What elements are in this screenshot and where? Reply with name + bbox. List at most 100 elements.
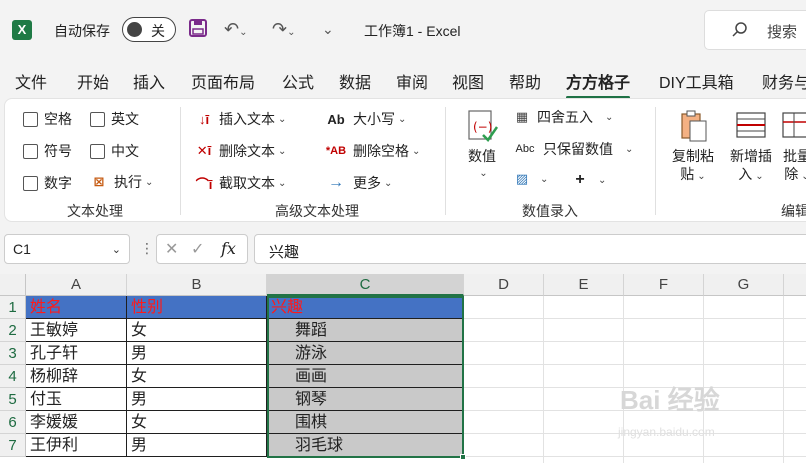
more-button[interactable]: → 更多 ⌄ xyxy=(325,173,392,193)
cell-a1[interactable]: 姓名 xyxy=(26,296,127,319)
tab-data[interactable]: 数据 xyxy=(339,69,371,93)
redo-icon[interactable]: ↷⌄ xyxy=(272,18,295,40)
tab-view[interactable]: 视图 xyxy=(452,69,484,93)
cell-a7[interactable]: 王伊利 xyxy=(26,434,127,457)
column-header-f[interactable]: F xyxy=(624,274,704,296)
cell-b6[interactable]: 女 xyxy=(127,411,267,434)
cell-c6[interactable]: 围棋 xyxy=(267,411,464,434)
cell-a2[interactable]: 王敏婷 xyxy=(26,319,127,342)
tab-page-layout[interactable]: 页面布局 xyxy=(191,69,255,93)
case-button[interactable]: Ab 大小写 ⌄ xyxy=(325,109,406,129)
column-header-a[interactable]: A xyxy=(26,274,127,296)
watermark-logo: Bai 经验 xyxy=(620,385,720,415)
customize-toolbar-icon[interactable]: ⌄ xyxy=(322,18,334,40)
insert-text-button[interactable]: ↓ī 插入文本 ⌄ xyxy=(195,109,286,129)
tab-finance[interactable]: 财务与 xyxy=(762,69,806,93)
tab-home[interactable]: 开始 xyxy=(77,69,109,93)
group-divider xyxy=(180,107,181,215)
undo-icon[interactable]: ↶⌄ xyxy=(224,18,247,40)
row-header[interactable]: 4 xyxy=(0,365,26,388)
checkbox-label: 符号 xyxy=(44,143,72,159)
insert-text-label: 插入文本 xyxy=(219,111,275,127)
value-button[interactable]: (−) 数值 ⌄ xyxy=(460,109,504,183)
cell-c7[interactable]: 羽毛球 xyxy=(267,434,464,457)
row-header[interactable]: 2 xyxy=(0,319,26,342)
cell-c4[interactable]: 画画 xyxy=(267,365,464,388)
copy-paste-button[interactable]: 复制粘 贴 ⌄ xyxy=(665,109,721,186)
batch-delete-label: 批量 xyxy=(783,148,806,164)
round-button[interactable]: ▦ 四舍五入 ⌄ xyxy=(513,107,614,127)
checkbox-symbol[interactable]: 符号 xyxy=(23,141,72,161)
insert-new-button[interactable]: 新增插 入 ⌄ xyxy=(723,109,779,186)
fill-handle[interactable] xyxy=(460,454,466,460)
cell-b2[interactable]: 女 xyxy=(127,319,267,342)
column-header-g[interactable]: G xyxy=(704,274,784,296)
column-header-partial[interactable] xyxy=(784,274,806,296)
more-options-icon[interactable]: ⋮ xyxy=(140,240,154,257)
name-box[interactable]: C1 ⌄ xyxy=(4,234,130,264)
formula-value: 兴趣 xyxy=(269,244,300,261)
save-icon[interactable] xyxy=(188,18,208,40)
row-header[interactable]: 1 xyxy=(0,296,26,319)
case-icon: Ab xyxy=(327,111,345,127)
function-icon[interactable]: fx xyxy=(221,239,236,258)
column-header-b[interactable]: B xyxy=(127,274,267,296)
keep-value-button[interactable]: Abc 只保留数值 ⌄ xyxy=(513,139,634,159)
cell-a5[interactable]: 付玉 xyxy=(26,388,127,411)
copy-paste-label: 复制粘 xyxy=(672,148,714,164)
delete-space-button[interactable]: *AB 删除空格 ⌄ xyxy=(325,141,420,161)
checkbox-label: 英文 xyxy=(111,111,139,127)
checkbox-label: 数字 xyxy=(44,175,72,191)
ribbon-tabs: 文件 开始 插入 页面布局 公式 数据 审阅 视图 帮助 方方格子 DIY工具箱… xyxy=(0,62,806,99)
cell-b7[interactable]: 男 xyxy=(127,434,267,457)
cell-a4[interactable]: 杨柳辞 xyxy=(26,365,127,388)
cell-b3[interactable]: 男 xyxy=(127,342,267,365)
autosave-toggle[interactable]: 关 xyxy=(122,17,176,42)
checkbox-space[interactable]: 空格 xyxy=(23,109,72,129)
row-header[interactable]: 5 xyxy=(0,388,26,411)
batch-delete-button[interactable]: 批量 除 ⌄ xyxy=(777,109,806,186)
cell-c5[interactable]: 钢琴 xyxy=(267,388,464,411)
checkbox-chinese[interactable]: 中文 xyxy=(90,141,139,161)
row-header[interactable]: 3 xyxy=(0,342,26,365)
edit-chart-button[interactable]: ▨ ⌄ xyxy=(513,171,549,187)
case-label: 大小写 xyxy=(353,111,395,127)
cell-c1[interactable]: 兴趣 xyxy=(267,296,464,319)
tab-formulas[interactable]: 公式 xyxy=(282,69,314,93)
checkbox-number[interactable]: 数字 xyxy=(23,173,72,193)
cell-c2[interactable]: 舞蹈 xyxy=(267,319,464,342)
keep-value-label: 只保留数值 xyxy=(543,141,613,157)
cell-b5[interactable]: 男 xyxy=(127,388,267,411)
column-header-c[interactable]: C xyxy=(267,274,464,296)
add-button[interactable]: + ⌄ xyxy=(571,171,606,189)
tab-diy-toolbox[interactable]: DIY工具箱 xyxy=(659,69,734,93)
tab-help[interactable]: 帮助 xyxy=(509,69,541,93)
cell-b1[interactable]: 性别 xyxy=(127,296,267,319)
formula-input[interactable]: 兴趣 xyxy=(254,234,806,264)
row-header[interactable]: 7 xyxy=(0,434,26,457)
row-header[interactable]: 6 xyxy=(0,411,26,434)
execute-button[interactable]: ⊠ 执行 ⌄ xyxy=(90,172,154,192)
cancel-icon[interactable]: ✕ xyxy=(165,239,178,259)
confirm-icon[interactable]: ✓ xyxy=(191,239,204,259)
tab-file[interactable]: 文件 xyxy=(15,69,47,93)
checkbox-box xyxy=(23,175,38,191)
delete-space-icon: *AB xyxy=(325,145,347,157)
cell-b4[interactable]: 女 xyxy=(127,365,267,388)
delete-text-button[interactable]: ✕ī 删除文本 ⌄ xyxy=(195,141,287,161)
tab-insert[interactable]: 插入 xyxy=(133,69,165,93)
name-box-value: C1 xyxy=(13,241,31,257)
select-all-corner[interactable] xyxy=(0,274,26,296)
cell-a3[interactable]: 孔子轩 xyxy=(26,342,127,365)
search-box[interactable]: 搜索 xyxy=(704,10,806,50)
tab-review[interactable]: 审阅 xyxy=(396,69,428,93)
column-header-d[interactable]: D xyxy=(464,274,544,296)
chevron-down-icon: ⌄ xyxy=(755,171,764,182)
tab-fangfanggezi[interactable]: 方方格子 xyxy=(566,69,631,99)
extract-text-button[interactable]: ⌒ī 截取文本 ⌄ xyxy=(195,173,287,193)
cell-c3[interactable]: 游泳 xyxy=(267,342,464,365)
group-label-numeric: 数值录入 xyxy=(522,203,578,219)
column-header-e[interactable]: E xyxy=(544,274,624,296)
checkbox-english[interactable]: 英文 xyxy=(90,109,139,129)
cell-a6[interactable]: 李媛媛 xyxy=(26,411,127,434)
